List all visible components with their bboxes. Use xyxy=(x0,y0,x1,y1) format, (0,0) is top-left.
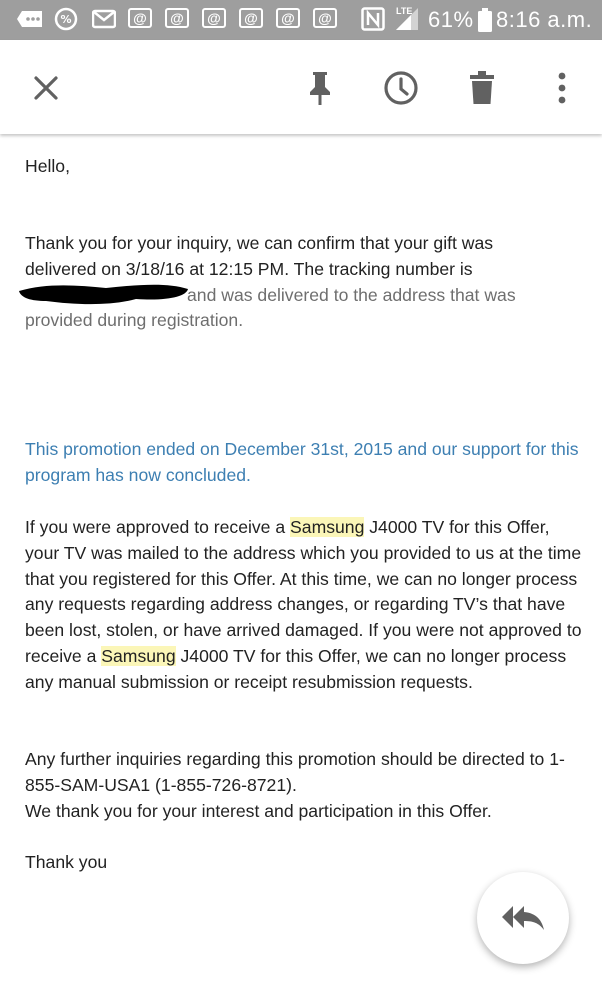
thanks-text: We thank you for your interest and parti… xyxy=(25,800,492,821)
delete-button[interactable] xyxy=(454,60,510,116)
gmail-icon xyxy=(92,8,116,30)
email-toolbar xyxy=(0,40,602,134)
approval-text: If you were approved to receive a xyxy=(25,517,291,537)
contact-paragraph: Any further inquiries regarding this pro… xyxy=(25,747,585,824)
pin-button[interactable] xyxy=(292,60,348,116)
email-icon: @ xyxy=(165,8,189,28)
network-type-label: LTE xyxy=(396,6,413,16)
email-icon: @ xyxy=(313,8,337,28)
email-icon: @ xyxy=(276,8,300,28)
snooze-icon xyxy=(384,71,418,105)
email-icon: @ xyxy=(239,8,263,28)
more-options-button[interactable] xyxy=(534,60,590,116)
approval-text: J4000 TV for this Offer, your TV was mai… xyxy=(25,517,582,666)
delivery-text: Thank you for your inquiry, we can confi… xyxy=(25,233,494,279)
more-vert-icon xyxy=(558,72,566,104)
approval-paragraph: If you were approved to receive a Samsun… xyxy=(25,515,585,696)
contact-text: Any further inquiries regarding this pro… xyxy=(25,749,565,795)
email-icon: @ xyxy=(202,8,226,28)
close-button[interactable] xyxy=(18,60,74,116)
redaction-mark xyxy=(19,284,188,305)
battery-icon xyxy=(478,8,492,32)
closing: Thank you xyxy=(25,852,108,872)
clock: 8:16 a.m. xyxy=(496,7,593,32)
nfc-icon xyxy=(361,7,385,31)
svg-text:%: % xyxy=(60,13,71,26)
email-icon: @ xyxy=(128,8,152,28)
percent-icon: % xyxy=(54,7,78,31)
battery-percent: 61% xyxy=(428,7,474,32)
reply-all-icon xyxy=(502,906,544,930)
brand-highlight: Samsung xyxy=(290,517,365,537)
greeting: Hello, xyxy=(25,156,70,176)
status-bar: % @ @ @ @ @ @ LTE 61% 8:16 a.m. xyxy=(0,0,602,40)
pin-icon xyxy=(310,72,330,105)
reply-all-button[interactable] xyxy=(477,872,569,964)
promotion-ended-notice: This promotion ended on December 31st, 2… xyxy=(25,439,579,485)
more-icon xyxy=(16,8,44,30)
close-icon xyxy=(34,76,58,100)
delete-icon xyxy=(470,71,494,104)
snooze-button[interactable] xyxy=(373,60,429,116)
brand-highlight: Samsung xyxy=(101,645,176,666)
